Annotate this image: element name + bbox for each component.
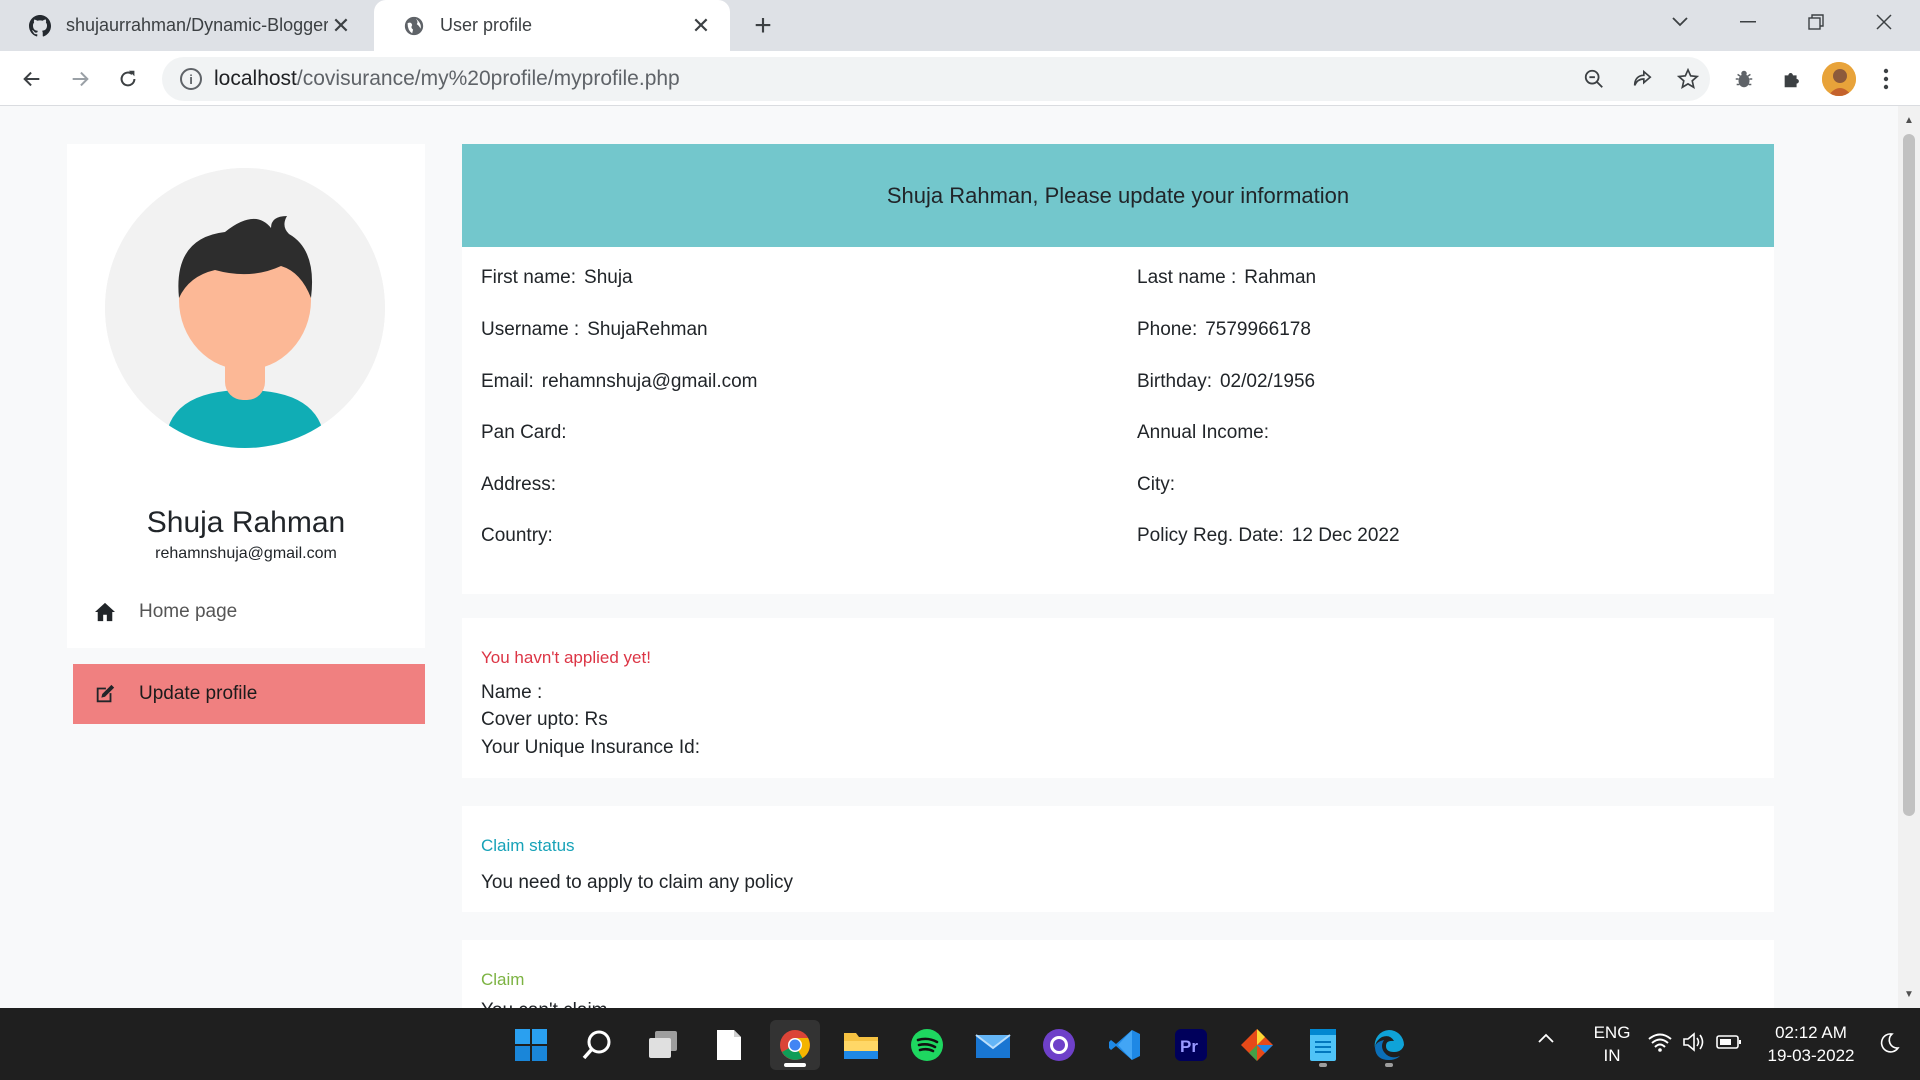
language-indicator[interactable]: ENG IN <box>1582 1021 1642 1067</box>
back-icon[interactable] <box>14 61 50 97</box>
github-icon <box>28 14 52 38</box>
windows-start-icon[interactable] <box>506 1020 556 1070</box>
field-username: Username : ShujaRehman <box>481 319 708 340</box>
close-tab-icon[interactable]: ✕ <box>328 13 354 39</box>
field-address: Address: <box>481 474 556 495</box>
edit-icon <box>93 682 117 706</box>
reload-icon[interactable] <box>110 61 146 97</box>
claim-status-card: Claim status You need to apply to claim … <box>462 806 1774 912</box>
profile-sidebar: Shuja Rahman rehamnshuja@gmail.com Home … <box>67 144 425 724</box>
field-country: Country: <box>481 525 553 546</box>
focus-moon-icon[interactable] <box>1878 1032 1900 1059</box>
tab-title: User profile <box>440 15 533 35</box>
site-info-icon[interactable]: i <box>180 68 202 90</box>
profile-info-card: Shuja Rahman, Please update your informa… <box>462 144 1774 594</box>
github-desktop-icon[interactable] <box>1034 1020 1084 1070</box>
application-unique-id: Your Unique Insurance Id: <box>481 737 701 758</box>
share-icon[interactable] <box>1624 57 1660 101</box>
notepad-icon[interactable] <box>704 1020 754 1070</box>
tab-user-profile[interactable]: User profile ✕ <box>374 0 730 51</box>
profile-name: Shuja Rahman <box>146 506 346 539</box>
scroll-up-arrow[interactable]: ▲ <box>1898 110 1920 130</box>
application-card: You havn't applied yet! Name : Cover upt… <box>462 618 1774 778</box>
field-pan-card: Pan Card: <box>481 422 567 443</box>
clock-date: 19-03-2022 <box>1767 1046 1855 1065</box>
page-scrollbar[interactable]: ▲ ▼ <box>1898 106 1920 1008</box>
close-tab-icon[interactable]: ✕ <box>688 13 714 39</box>
edge-icon[interactable] <box>1364 1020 1414 1070</box>
restore-icon[interactable] <box>1786 0 1846 44</box>
field-birthday: Birthday: 02/02/1956 <box>1137 371 1316 392</box>
url-text: localhost/covisurance/my%20profile/mypro… <box>214 67 680 90</box>
chrome-icon[interactable] <box>770 1020 820 1070</box>
running-indicator <box>1319 1063 1327 1067</box>
wifi-icon[interactable] <box>1648 1032 1672 1057</box>
tab-title: shujaurrahman/Dynamic-Blogger <box>66 15 328 35</box>
language-code: ENG <box>1593 1023 1631 1042</box>
spotify-icon[interactable] <box>902 1020 952 1070</box>
user-avatar <box>105 168 385 448</box>
clock-time: 02:12 AM <box>1775 1023 1847 1042</box>
claim-status-title: Claim status <box>481 836 575 855</box>
claim-message: You can't claim <box>481 1000 608 1008</box>
bookmark-star-icon[interactable] <box>1670 57 1706 101</box>
page-viewport: Shuja Rahman rehamnshuja@gmail.com Home … <box>0 106 1898 1008</box>
extensions-puzzle-icon[interactable] <box>1774 61 1810 97</box>
browser-tab-strip: shujaurrahman/Dynamic-Blogger ✕ User pro… <box>0 0 1920 51</box>
battery-icon[interactable] <box>1716 1034 1742 1055</box>
new-tab-button[interactable]: + <box>746 9 780 43</box>
claim-title: Claim <box>481 970 525 989</box>
browser-toolbar: i localhost/covisurance/my%20profile/myp… <box>0 51 1920 106</box>
profile-email: rehamnshuja@gmail.com <box>155 545 337 562</box>
sidebar-item-update-profile[interactable]: Update profile <box>73 664 425 724</box>
svg-text:Pr: Pr <box>1180 1037 1198 1056</box>
application-cover: Cover upto: Rs <box>481 709 608 730</box>
running-indicator <box>1385 1063 1393 1067</box>
premiere-pro-icon[interactable]: Pr <box>1166 1020 1216 1070</box>
search-icon[interactable] <box>572 1020 622 1070</box>
chevron-up-icon[interactable] <box>1536 1030 1556 1050</box>
more-menu-icon[interactable] <box>1868 61 1904 97</box>
region-code: IN <box>1603 1046 1621 1065</box>
info-header: Shuja Rahman, Please update your informa… <box>462 144 1774 247</box>
tab-search-icon[interactable] <box>1650 0 1710 44</box>
profile-avatar[interactable] <box>1822 62 1856 96</box>
windows-taskbar: Pr ENG IN 02:12 AM 19-03-2022 <box>0 1008 1920 1080</box>
sidebar-item-label: Update profile <box>139 683 258 704</box>
clock[interactable]: 02:12 AM 19-03-2022 <box>1754 1021 1868 1067</box>
mail-icon[interactable] <box>968 1020 1018 1070</box>
system-tray: ENG IN 02:12 AM 19-03-2022 <box>1520 1008 1920 1080</box>
field-city: City: <box>1137 474 1175 495</box>
zoom-icon[interactable] <box>1576 57 1612 101</box>
git-icon[interactable] <box>1232 1020 1282 1070</box>
field-annual-income: Annual Income: <box>1137 422 1270 443</box>
field-last-name: Last name : Rahman <box>1137 267 1317 288</box>
field-phone: Phone: 7579966178 <box>1137 319 1311 340</box>
field-policy-reg-date: Policy Reg. Date: 12 Dec 2022 <box>1137 525 1400 546</box>
running-indicator <box>784 1063 806 1067</box>
field-first-name: First name: Shuja <box>481 267 633 288</box>
scroll-down-arrow[interactable]: ▼ <box>1898 984 1920 1004</box>
address-bar[interactable]: i localhost/covisurance/my%20profile/myp… <box>162 57 1710 101</box>
close-window-icon[interactable] <box>1854 0 1914 44</box>
scrollbar-thumb[interactable] <box>1903 134 1915 816</box>
claim-status-message: You need to apply to claim any policy <box>481 872 793 893</box>
sidebar-item-home[interactable]: Home page <box>73 582 425 642</box>
minimize-icon[interactable] <box>1718 0 1778 44</box>
home-icon <box>93 600 117 624</box>
task-view-icon[interactable] <box>638 1020 688 1070</box>
sidebar-item-label: Home page <box>139 601 238 622</box>
vscode-icon[interactable] <box>1100 1020 1150 1070</box>
notes-icon[interactable] <box>1298 1020 1348 1070</box>
globe-icon <box>402 14 426 38</box>
claim-card: Claim You can't claim <box>462 940 1774 1008</box>
volume-icon[interactable] <box>1682 1032 1706 1057</box>
tab-github[interactable]: shujaurrahman/Dynamic-Blogger ✕ <box>0 0 370 51</box>
file-explorer-icon[interactable] <box>836 1020 886 1070</box>
bug-extension-icon[interactable] <box>1726 61 1762 97</box>
forward-icon[interactable] <box>62 61 98 97</box>
application-status: You havn't applied yet! <box>481 648 651 667</box>
field-email: Email: rehamnshuja@gmail.com <box>481 371 758 392</box>
application-name: Name : <box>481 682 543 703</box>
